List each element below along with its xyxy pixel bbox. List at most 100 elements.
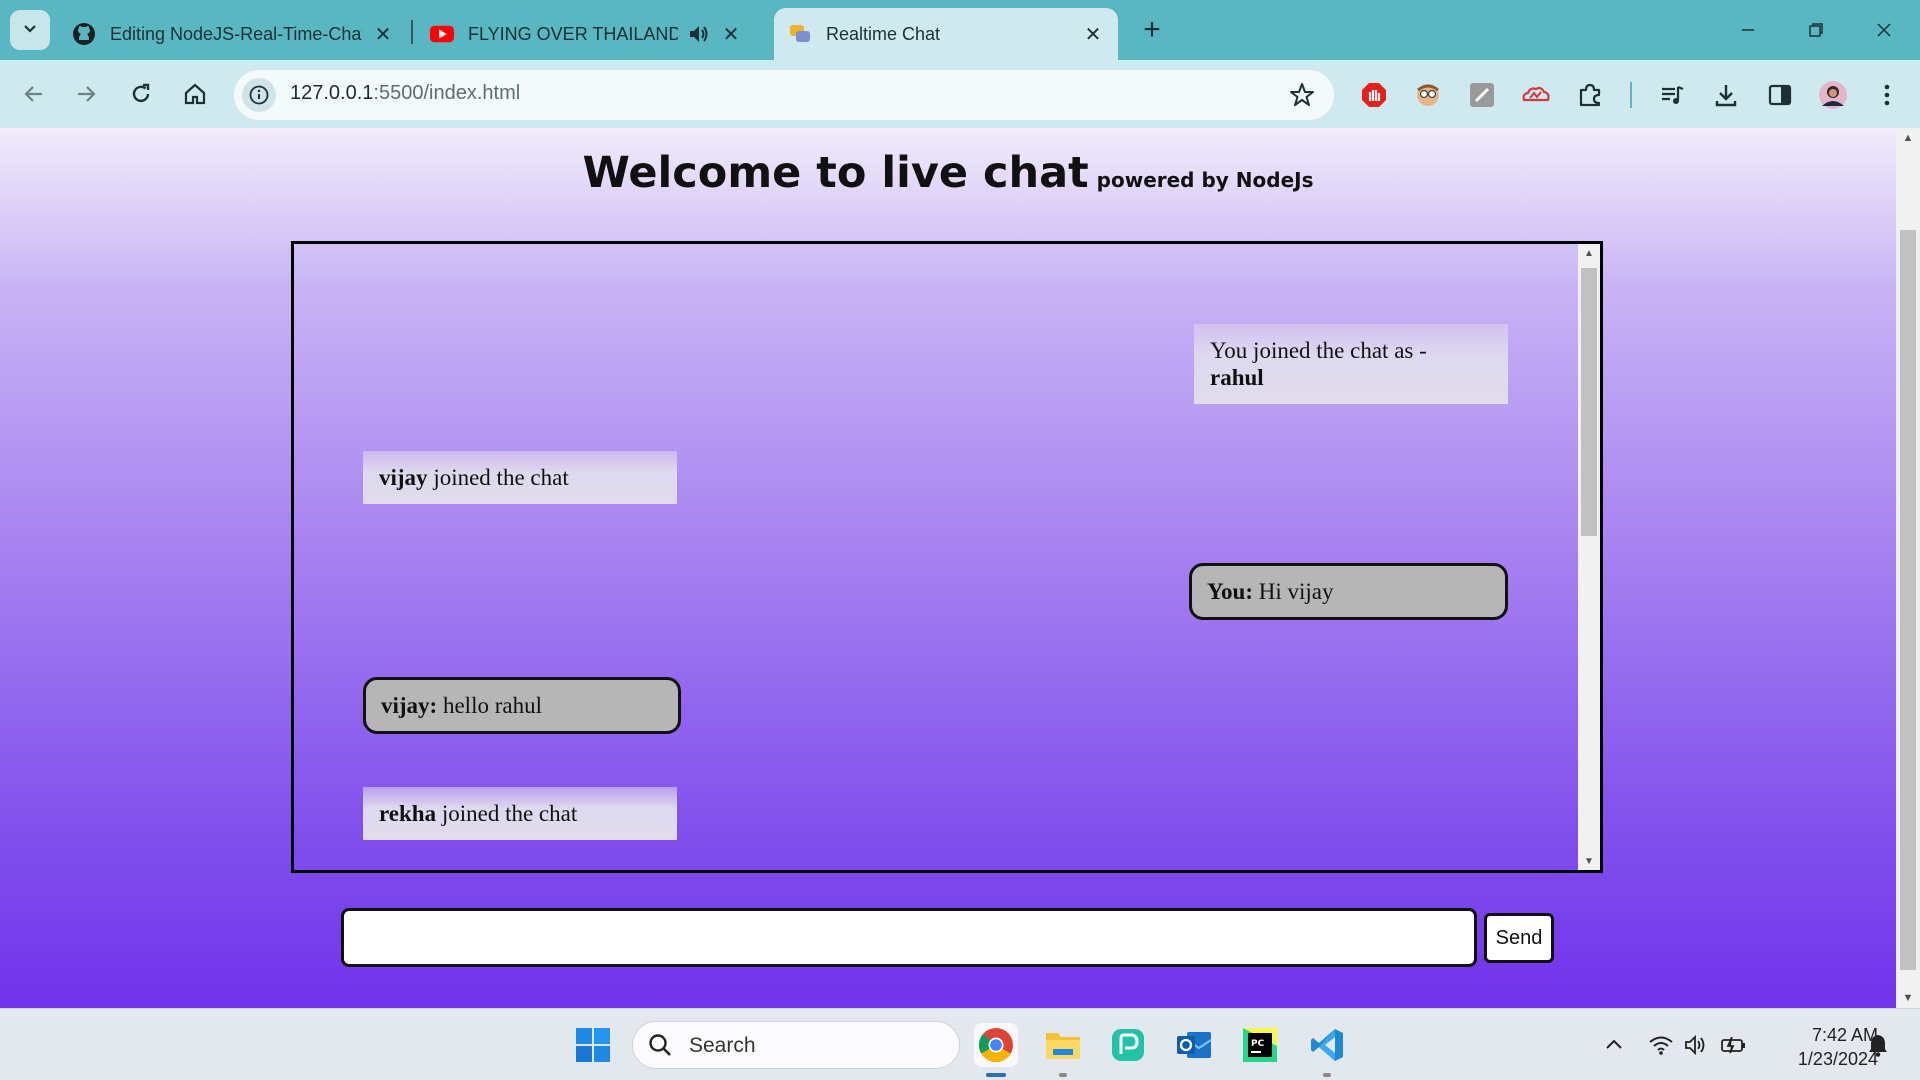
taskbar-clock[interactable]: 7:42 AM 1/23/2024 <box>1760 1023 1878 1071</box>
tab-search-button[interactable] <box>10 10 50 50</box>
taskbar-search[interactable]: Search <box>632 1021 960 1069</box>
message-bubble-incoming: vijay: hello rahul <box>363 677 681 734</box>
media-controls-icon[interactable] <box>1657 80 1687 110</box>
close-icon <box>1877 23 1891 37</box>
scroll-up-arrow-icon[interactable]: ▲ <box>1578 244 1600 262</box>
github-icon <box>72 22 96 46</box>
home-icon <box>184 83 206 105</box>
notice-text: joined the chat <box>436 801 578 826</box>
chat-favicon <box>788 22 812 46</box>
cloud-extension-icon[interactable] <box>1521 80 1551 110</box>
wifi-icon[interactable] <box>1647 1031 1675 1059</box>
tab-github[interactable]: Editing NodeJS-Real-Time-Chat ✕ <box>58 8 408 60</box>
running-indicator <box>1059 1073 1067 1077</box>
close-window-button[interactable] <box>1864 10 1904 50</box>
home-button[interactable] <box>175 74 215 114</box>
message-text: hello rahul <box>437 693 542 718</box>
scroll-thumb[interactable] <box>1581 268 1597 536</box>
page-subtitle: powered by NodeJs <box>1096 168 1314 192</box>
pycharm-edu-icon[interactable] <box>1106 1023 1150 1067</box>
tab-title: Realtime Chat <box>826 23 941 44</box>
running-indicator <box>1323 1073 1331 1077</box>
url-path: :5500/index.html <box>373 82 521 104</box>
toolbar-divider <box>1630 82 1632 108</box>
close-icon[interactable]: ✕ <box>372 23 394 46</box>
chat-page: Welcome to live chat powered by NodeJs Yo… <box>0 128 1896 1008</box>
message-input[interactable] <box>341 908 1477 967</box>
new-tab-button[interactable]: + <box>1136 13 1168 46</box>
scroll-down-arrow-icon[interactable]: ▼ <box>1896 988 1920 1008</box>
reload-icon <box>132 83 150 103</box>
adblock-extension-icon[interactable] <box>1359 80 1389 110</box>
notice-username: rekha <box>379 801 437 826</box>
message-area[interactable]: You joined the chat as - rahul vijay join… <box>291 241 1603 873</box>
restore-button[interactable] <box>1796 10 1836 50</box>
chevron-down-icon <box>22 20 38 41</box>
minimize-button[interactable] <box>1728 10 1768 50</box>
arrow-right-icon <box>78 86 96 102</box>
browser-toolbar: 127.0.0.1:5500/index.html <box>0 60 1920 128</box>
site-info-icon[interactable] <box>242 78 276 112</box>
tab-youtube[interactable]: FLYING OVER THAILAND - F ✕ <box>416 8 764 60</box>
profile-avatar[interactable] <box>1818 80 1848 110</box>
address-url[interactable]: 127.0.0.1:5500/index.html <box>290 82 520 105</box>
running-indicator <box>986 1073 1006 1077</box>
clock-date: 1/23/2024 <box>1797 1049 1878 1069</box>
svg-text:PC: PC <box>1251 1039 1265 1049</box>
scroll-down-arrow-icon[interactable]: ▼ <box>1578 852 1600 870</box>
join-notice-self: You joined the chat as - rahul <box>1194 324 1508 404</box>
join-notice-rekha: rekha joined the chat <box>363 787 677 840</box>
search-label: Search <box>689 1034 756 1057</box>
message-list: You joined the chat as - rahul vijay join… <box>294 244 1578 870</box>
menu-kebab-icon[interactable] <box>1872 80 1902 110</box>
chevron-up-icon[interactable] <box>1600 1031 1628 1059</box>
tab-divider <box>411 20 413 44</box>
tab-title: Editing NodeJS-Real-Time-Chat <box>110 23 362 44</box>
reload-button[interactable] <box>121 74 161 114</box>
send-button[interactable]: Send <box>1484 913 1554 963</box>
chrome-icon[interactable] <box>974 1023 1018 1067</box>
page-title: Welcome to live chat <box>582 148 1089 198</box>
extensions-puzzle-icon[interactable] <box>1575 80 1605 110</box>
restore-icon <box>1809 23 1823 37</box>
pycharm-icon[interactable]: PC <box>1238 1023 1282 1067</box>
file-explorer-icon[interactable] <box>1041 1023 1085 1067</box>
scroll-up-arrow-icon[interactable]: ▲ <box>1896 128 1920 148</box>
notice-username: rahul <box>1210 365 1264 390</box>
tab-strip: Editing NodeJS-Real-Time-Chat ✕ FLYING O… <box>0 0 1920 60</box>
windows-taskbar: Search PC 7:42 AM 1/23/2024 <box>0 1008 1920 1080</box>
volume-icon[interactable] <box>1683 1031 1711 1059</box>
speaker-icon[interactable] <box>688 23 710 45</box>
vscode-icon[interactable] <box>1305 1023 1349 1067</box>
outlook-icon[interactable] <box>1172 1023 1216 1067</box>
page-heading: Welcome to live chat powered by NodeJs <box>0 148 1896 198</box>
search-icon <box>647 1032 673 1063</box>
url-host: 127.0.0.1 <box>290 82 374 104</box>
download-icon[interactable] <box>1711 80 1741 110</box>
minimize-icon <box>1742 29 1754 31</box>
close-icon[interactable]: ✕ <box>720 23 742 46</box>
clock-time: 7:42 AM <box>1811 1025 1878 1045</box>
notification-bell-icon[interactable] <box>1864 1031 1892 1059</box>
notice-text: You joined the chat as - <box>1210 338 1427 363</box>
tab-realtime-chat[interactable]: Realtime Chat ✕ <box>774 8 1118 60</box>
address-bar[interactable]: 127.0.0.1:5500/index.html <box>234 70 1334 120</box>
battery-charging-icon[interactable] <box>1720 1031 1748 1059</box>
message-scrollbar[interactable]: ▲ ▼ <box>1578 244 1600 870</box>
back-button[interactable] <box>14 74 54 114</box>
editor-extension-icon[interactable] <box>1467 80 1497 110</box>
youtube-icon <box>430 22 454 46</box>
message-sender: vijay: <box>381 693 438 718</box>
side-panel-icon[interactable] <box>1765 80 1795 110</box>
page-scrollbar[interactable]: ▲ ▼ <box>1896 128 1920 1008</box>
message-bubble-outgoing: You: Hi vijay <box>1189 563 1508 620</box>
forward-button[interactable] <box>66 74 106 114</box>
page-scroll-thumb[interactable] <box>1900 230 1916 970</box>
windows-start-icon[interactable] <box>571 1023 615 1067</box>
bookmark-star-icon[interactable] <box>1288 81 1316 109</box>
face-extension-icon[interactable] <box>1413 80 1443 110</box>
message-sender: You: <box>1207 579 1254 604</box>
notice-text: joined the chat <box>427 465 569 490</box>
close-icon[interactable]: ✕ <box>1082 23 1104 46</box>
notice-username: vijay <box>379 465 428 490</box>
